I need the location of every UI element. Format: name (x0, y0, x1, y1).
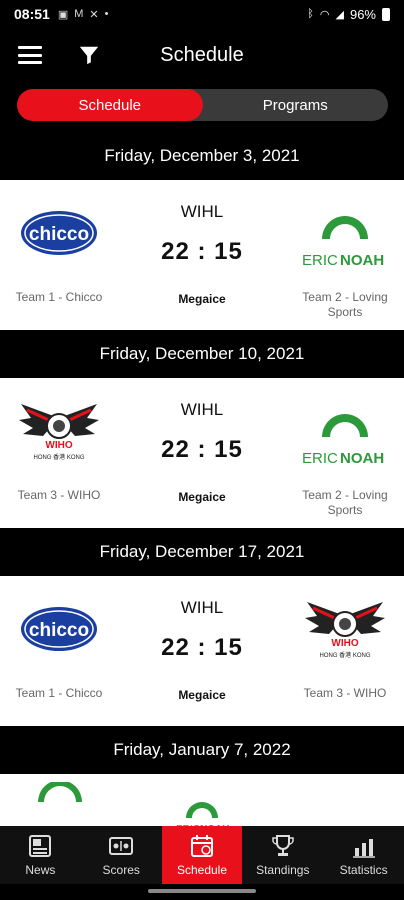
nav-standings[interactable]: Standings (242, 826, 323, 884)
home-indicator[interactable] (148, 889, 256, 893)
game-card[interactable]: ERIC NOAH (0, 774, 404, 826)
status-time: 08:51 (14, 6, 50, 22)
news-icon (29, 835, 52, 857)
venue-name: Megaice (178, 292, 226, 306)
battery-icon (382, 7, 390, 21)
game-card[interactable]: chicco Team 1 - Chicco WIHL 22 : 15 Mega… (0, 180, 404, 330)
team-right: ERIC NOAH Team 2 - Loving Sports (286, 180, 404, 330)
team-name: Team 2 - Loving Sports (302, 290, 388, 319)
wifi-icon: ◠ (319, 8, 330, 21)
venue-name: Megaice (178, 688, 226, 702)
team-name: Team 3 - WIHO (303, 686, 387, 700)
nav-schedule[interactable]: Schedule (161, 826, 243, 884)
ericnoah-logo: ERIC NOAH (302, 190, 388, 276)
wiho-logo: WIHO HONG 香港 KONG (16, 388, 102, 474)
chicco-logo: chicco (16, 586, 102, 672)
trophy-icon (272, 835, 294, 856)
svg-text:WIHO: WIHO (45, 440, 72, 451)
svg-text:WIHO: WIHO (331, 638, 358, 649)
nav-label: Standings (256, 863, 310, 877)
team-right: ERIC NOAH Team 2 - Loving Sports (286, 378, 404, 528)
svg-text:chicco: chicco (29, 224, 89, 245)
scores-icon (109, 837, 134, 855)
page-title: Schedule (160, 44, 244, 66)
x-icon: ✕ (89, 8, 99, 21)
dot-icon: • (104, 7, 109, 20)
team-right: WIHO HONG 香港 KONG Team 3 - WIHO (286, 576, 404, 726)
game-info: WIHL 22 : 15 Megaice (118, 576, 286, 726)
photo-icon: ▣ (57, 8, 69, 21)
team-left: WIHO HONG 香港 KONG Team 3 - WIHO (0, 378, 118, 528)
team-name: Team 1 - Chicco (15, 686, 103, 700)
ericnoah-logo (38, 782, 82, 802)
svg-text:chicco: chicco (29, 620, 89, 641)
nav-scores[interactable]: Scores (81, 826, 162, 884)
date-header: Friday, January 7, 2022 (0, 726, 404, 774)
game-time: 22 : 15 (161, 634, 243, 661)
signal-icon: ◢ (335, 8, 344, 21)
schedule-icon (190, 835, 213, 857)
tab-schedule[interactable]: Schedule (17, 89, 203, 121)
date-header: Friday, December 3, 2021 (0, 132, 404, 180)
nav-label: Scores (102, 863, 140, 877)
schedule-list[interactable]: Friday, December 3, 2021 chicco Team 1 -… (0, 132, 404, 826)
game-info: WIHL 22 : 15 Megaice (118, 180, 286, 330)
svg-text:HONG 香港 KONG: HONG 香港 KONG (33, 453, 84, 461)
game-time: 22 : 15 (161, 436, 243, 463)
team-name: Team 3 - WIHO (17, 488, 101, 502)
team-name: Team 2 - Loving Sports (302, 488, 388, 517)
team-name: Team 1 - Chicco (15, 290, 103, 304)
league-name: WIHL (180, 400, 224, 419)
team-left: chicco Team 1 - Chicco (0, 180, 118, 330)
wiho-logo: WIHO HONG 香港 KONG (302, 586, 388, 672)
tab-programs[interactable]: Programs (203, 89, 389, 121)
league-name: WIHL (180, 598, 224, 617)
status-bar: 08:51 ▣ M ✕ • ᛒ ◠ ◢ 96% (0, 0, 404, 28)
game-card[interactable]: chicco Team 1 - Chicco WIHL 22 : 15 Mega… (0, 576, 404, 726)
bluetooth-icon: ᛒ (307, 8, 314, 20)
nav-label: News (25, 863, 56, 877)
svg-text:ERIC: ERIC (302, 252, 338, 269)
team-left: chicco Team 1 - Chicco (0, 576, 118, 726)
battery-percent: 96% (349, 6, 376, 22)
nav-statistics[interactable]: Statistics (323, 826, 404, 884)
date-header: Friday, December 10, 2021 (0, 330, 404, 378)
statistics-icon (352, 839, 375, 858)
game-time: 22 : 15 (161, 238, 243, 265)
svg-text:NOAH: NOAH (340, 450, 384, 467)
segmented-control: Schedule Programs (17, 89, 388, 121)
game-info: WIHL 22 : 15 Megaice (118, 378, 286, 528)
league-name: WIHL (180, 202, 224, 221)
svg-text:ERIC: ERIC (302, 450, 338, 467)
notification-icons: ▣ M ✕ • (58, 8, 109, 21)
svg-text:NOAH: NOAH (340, 252, 384, 269)
date-header: Friday, December 17, 2021 (0, 528, 404, 576)
game-card[interactable]: WIHO HONG 香港 KONG Team 3 - WIHO WIHL 22 … (0, 378, 404, 528)
ericnoah-logo: ERIC NOAH (176, 802, 229, 826)
chicco-logo: chicco (16, 190, 102, 276)
bottom-nav: News Scores Schedule Standings Statistic… (0, 826, 404, 884)
gmail-icon: M (74, 7, 84, 20)
app-bar: Schedule (0, 30, 404, 80)
nav-label: Statistics (339, 863, 388, 877)
ericnoah-logo: ERIC NOAH (302, 388, 388, 474)
status-right: ᛒ ◠ ◢ 96% (307, 7, 390, 22)
svg-text:HONG 香港 KONG: HONG 香港 KONG (319, 651, 370, 659)
nav-news[interactable]: News (0, 826, 81, 884)
nav-label: Schedule (176, 863, 228, 877)
venue-name: Megaice (178, 490, 226, 504)
